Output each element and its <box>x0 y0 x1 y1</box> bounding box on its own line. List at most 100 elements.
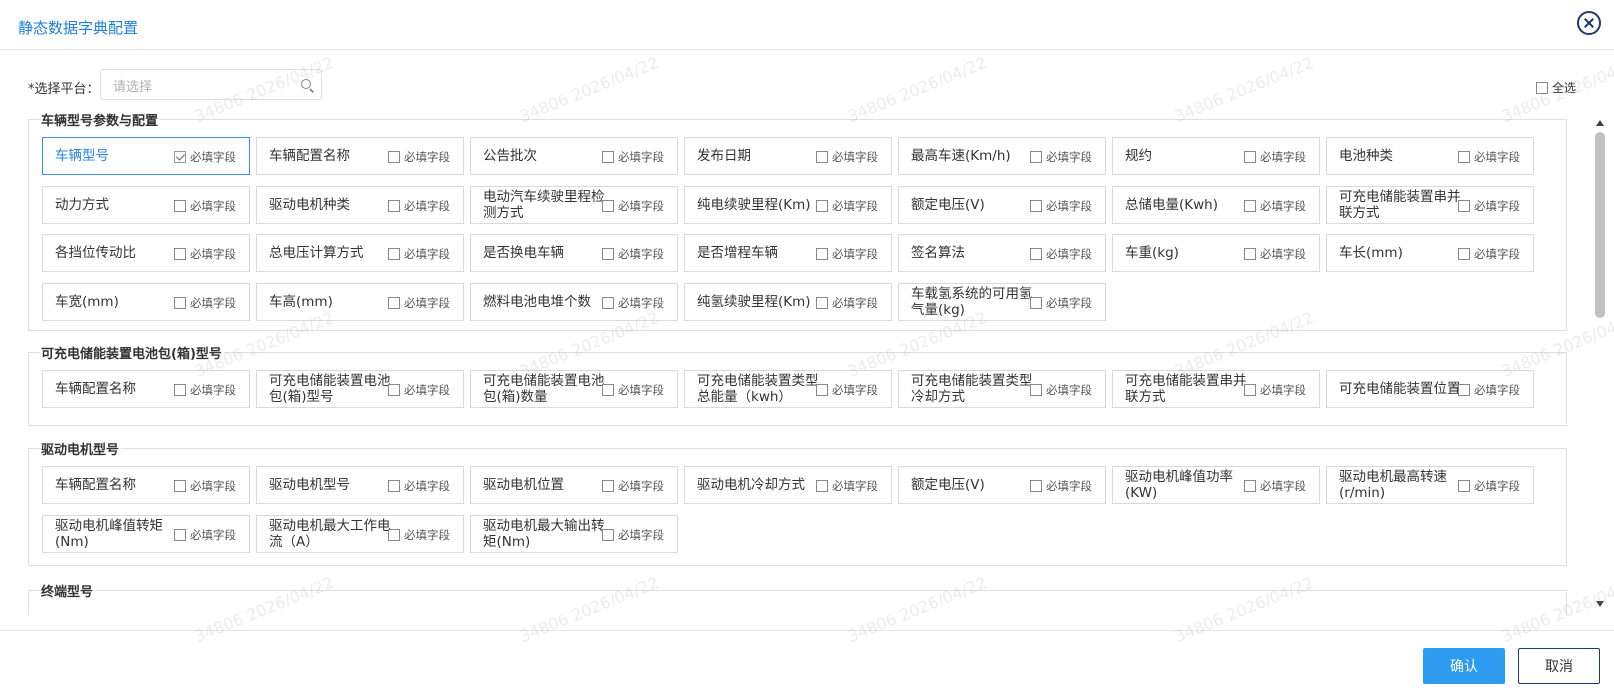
required-toggle[interactable]: 必填字段 <box>388 295 450 311</box>
required-checkbox[interactable] <box>816 151 828 163</box>
field-cell[interactable]: 车辆配置名称 必填字段 <box>256 137 464 175</box>
required-toggle[interactable]: 必填字段 <box>1244 478 1306 494</box>
field-cell[interactable]: 驱动电机型号 必填字段 <box>256 466 464 504</box>
required-toggle[interactable]: 必填字段 <box>1030 246 1092 262</box>
required-checkbox[interactable] <box>602 384 614 396</box>
required-checkbox[interactable] <box>1030 199 1042 212</box>
field-cell[interactable]: 车宽(mm) 必填字段 <box>42 282 250 321</box>
required-toggle[interactable]: 必填字段 <box>1244 382 1306 398</box>
required-checkbox[interactable] <box>602 528 614 541</box>
platform-select[interactable]: 请选择 <box>100 69 322 100</box>
field-cell[interactable]: 车高(mm) 必填字段 <box>256 282 464 321</box>
field-cell[interactable]: 可充电储能装置位置 必填字段 <box>1326 370 1534 408</box>
required-toggle[interactable]: 必填字段 <box>1030 295 1092 311</box>
field-cell[interactable]: 燃料电池电堆个数 必填字段 <box>470 282 678 321</box>
required-toggle[interactable]: 必填字段 <box>602 527 664 543</box>
field-cell[interactable]: 驱动电机位置 必填字段 <box>470 466 678 504</box>
field-cell[interactable]: 驱动电机冷却方式 必填字段 <box>684 466 892 504</box>
field-cell[interactable]: 动力方式 必填字段 <box>42 185 250 224</box>
required-toggle[interactable]: 必填字段 <box>816 295 878 311</box>
required-toggle[interactable]: 必填字段 <box>602 149 664 165</box>
required-toggle[interactable]: 必填字段 <box>388 198 450 214</box>
field-cell[interactable]: 可充电储能装置类型总能量（kwh） 必填字段 <box>684 370 892 408</box>
select-all[interactable]: 全选 <box>1536 79 1576 96</box>
scroll-down-icon[interactable] <box>1596 601 1604 607</box>
required-toggle[interactable]: 必填字段 <box>1030 478 1092 494</box>
required-toggle[interactable]: 必填字段 <box>602 198 664 214</box>
required-toggle[interactable]: 必填字段 <box>388 382 450 398</box>
required-toggle[interactable]: 必填字段 <box>174 149 236 165</box>
field-cell[interactable]: 规约 必填字段 <box>1112 137 1320 175</box>
field-cell[interactable]: 车辆型号 必填字段 <box>42 137 250 175</box>
field-cell[interactable]: 车长(mm) 必填字段 <box>1326 234 1534 272</box>
required-checkbox[interactable] <box>1458 248 1470 260</box>
required-toggle[interactable]: 必填字段 <box>1244 198 1306 214</box>
required-checkbox[interactable] <box>174 384 186 396</box>
cancel-button[interactable]: 取消 <box>1518 648 1600 684</box>
required-toggle[interactable]: 必填字段 <box>174 198 236 214</box>
required-checkbox[interactable] <box>174 248 186 260</box>
field-cell[interactable]: 驱动电机峰值转矩(Nm) 必填字段 <box>42 514 250 553</box>
required-toggle[interactable]: 必填字段 <box>174 527 236 543</box>
field-cell[interactable]: 可充电储能装置串并联方式 必填字段 <box>1326 185 1534 224</box>
required-toggle[interactable]: 必填字段 <box>1458 246 1520 262</box>
required-checkbox[interactable] <box>1244 199 1256 212</box>
field-cell[interactable]: 电动汽车续驶里程检测方式 必填字段 <box>470 185 678 224</box>
field-cell[interactable]: 公告批次 必填字段 <box>470 137 678 175</box>
required-toggle[interactable]: 必填字段 <box>1458 382 1520 398</box>
required-checkbox[interactable] <box>1030 151 1042 163</box>
required-checkbox[interactable] <box>1030 296 1042 309</box>
required-toggle[interactable]: 必填字段 <box>174 246 236 262</box>
field-cell[interactable]: 车辆配置名称 必填字段 <box>42 370 250 408</box>
field-cell[interactable]: 可充电储能装置类型冷却方式 必填字段 <box>898 370 1106 408</box>
required-toggle[interactable]: 必填字段 <box>816 382 878 398</box>
required-checkbox[interactable] <box>1244 248 1256 260</box>
required-checkbox[interactable] <box>1458 151 1470 163</box>
field-cell[interactable]: 是否换电车辆 必填字段 <box>470 234 678 272</box>
field-cell[interactable]: 可充电储能装置电池包(箱)型号 必填字段 <box>256 370 464 408</box>
required-checkbox[interactable] <box>388 528 400 541</box>
field-cell[interactable]: 车辆配置名称 必填字段 <box>42 466 250 504</box>
search-icon[interactable] <box>301 79 311 89</box>
field-cell[interactable]: 额定电压(V) 必填字段 <box>898 466 1106 504</box>
required-toggle[interactable]: 必填字段 <box>1458 478 1520 494</box>
field-cell[interactable]: 最高车速(Km/h) 必填字段 <box>898 137 1106 175</box>
field-cell[interactable]: 电池种类 必填字段 <box>1326 137 1534 175</box>
required-toggle[interactable]: 必填字段 <box>816 149 878 165</box>
required-checkbox[interactable] <box>1458 384 1470 396</box>
required-toggle[interactable]: 必填字段 <box>1030 149 1092 165</box>
required-toggle[interactable]: 必填字段 <box>1244 149 1306 165</box>
required-checkbox[interactable] <box>388 384 400 396</box>
field-cell[interactable]: 是否增程车辆 必填字段 <box>684 234 892 272</box>
required-checkbox[interactable] <box>174 528 186 541</box>
required-toggle[interactable]: 必填字段 <box>388 149 450 165</box>
required-checkbox[interactable] <box>602 248 614 260</box>
required-toggle[interactable]: 必填字段 <box>174 295 236 311</box>
field-cell[interactable]: 发布日期 必填字段 <box>684 137 892 175</box>
required-checkbox[interactable] <box>1244 384 1256 396</box>
required-checkbox[interactable] <box>602 151 614 163</box>
field-cell[interactable]: 驱动电机最大工作电流（A） 必填字段 <box>256 514 464 553</box>
required-checkbox[interactable] <box>1030 384 1042 396</box>
required-toggle[interactable]: 必填字段 <box>1030 382 1092 398</box>
required-toggle[interactable]: 必填字段 <box>1244 246 1306 262</box>
required-checkbox[interactable] <box>388 296 400 309</box>
required-checkbox[interactable] <box>602 296 614 309</box>
field-cell[interactable]: 总电压计算方式 必填字段 <box>256 234 464 272</box>
field-cell[interactable]: 可充电储能装置电池包(箱)数量 必填字段 <box>470 370 678 408</box>
required-toggle[interactable]: 必填字段 <box>816 478 878 494</box>
required-checkbox[interactable] <box>816 248 828 260</box>
required-checkbox[interactable] <box>602 480 614 492</box>
required-checkbox[interactable] <box>1244 480 1256 492</box>
required-toggle[interactable]: 必填字段 <box>1030 198 1092 214</box>
required-checkbox[interactable] <box>1458 480 1470 492</box>
field-cell[interactable]: 驱动电机种类 必填字段 <box>256 185 464 224</box>
required-checkbox[interactable] <box>388 199 400 212</box>
required-toggle[interactable]: 必填字段 <box>1458 149 1520 165</box>
required-toggle[interactable]: 必填字段 <box>174 382 236 398</box>
confirm-button[interactable]: 确认 <box>1423 648 1505 684</box>
close-icon[interactable] <box>1577 11 1601 35</box>
field-cell[interactable]: 车重(kg) 必填字段 <box>1112 234 1320 272</box>
required-toggle[interactable]: 必填字段 <box>388 527 450 543</box>
required-toggle[interactable]: 必填字段 <box>388 246 450 262</box>
